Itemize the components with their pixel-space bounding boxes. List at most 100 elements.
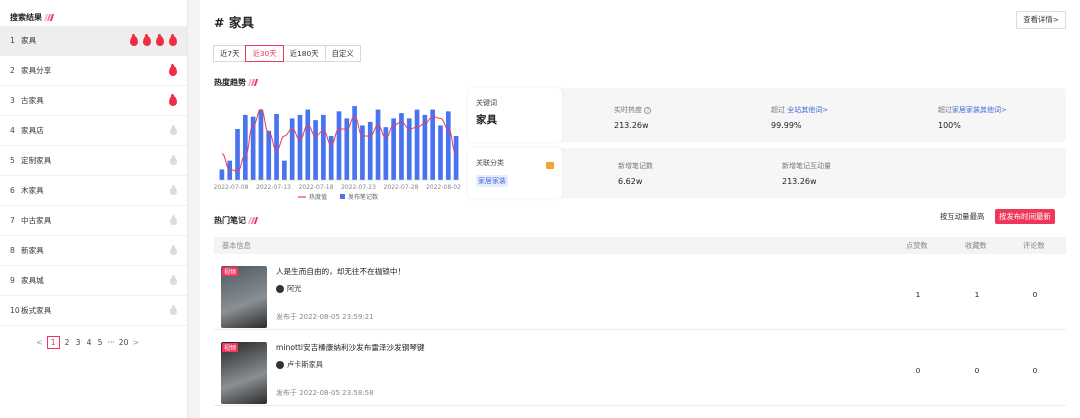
chart-bar	[313, 120, 318, 180]
heat-flames	[170, 124, 177, 135]
sidebar-item[interactable]: 1 家具	[0, 26, 187, 56]
beat-category-link[interactable]: 家居家装其他词>	[952, 106, 1007, 114]
note-author[interactable]: 阿光	[276, 284, 301, 294]
chart-bar	[282, 160, 287, 180]
flame-icon	[130, 33, 138, 46]
video-badge: 视频	[222, 343, 239, 352]
beat-all-link[interactable]: 全站其他词>	[787, 106, 828, 114]
note-thumbnail[interactable]: 视频	[221, 342, 267, 404]
keyword-card: 关键词 家具 实时热度 ? 213.26w 超过 全站其他词> 99.99% 超…	[468, 88, 1066, 142]
sidebar-item[interactable]: 4 家具店	[0, 116, 187, 146]
tab-30-days[interactable]: 近30天	[245, 45, 284, 62]
page-2-button[interactable]: 2	[64, 338, 71, 347]
note-author[interactable]: 卢卡斯家具	[276, 360, 323, 370]
heat-flames	[170, 244, 177, 255]
help-icon[interactable]: ?	[644, 107, 652, 114]
sidebar-item-index: 10	[10, 306, 20, 315]
comments-count: 0	[1032, 290, 1038, 299]
tab-7-days[interactable]: 近7天	[213, 45, 247, 62]
notes-table-header: 基本信息 点赞数 收藏数 评论数	[214, 237, 1066, 254]
col-likes[interactable]: 点赞数	[906, 241, 928, 251]
slashes-icon	[43, 13, 55, 21]
flame-icon	[169, 93, 177, 106]
sidebar-list: 1 家具 2 家具分享 3 古家具 4 家具店 5 定制家具 6 木家具 7 中古家具 8 新家具 9 家具城 10…	[0, 26, 187, 326]
chart-bar	[321, 114, 326, 180]
flame-icon	[169, 63, 177, 76]
page-title: # 家具	[214, 15, 254, 30]
keyword-label: 关键词	[476, 99, 497, 107]
chart-bar	[438, 125, 443, 180]
chart-bar	[266, 130, 272, 180]
sidebar-title-text: 搜索结果	[10, 12, 42, 22]
interactions-label: 新增笔记互动量	[782, 162, 831, 170]
heat-flames	[170, 274, 177, 285]
sidebar-item-label: 家具城	[21, 276, 44, 285]
heat-flames	[170, 304, 177, 315]
beat-all-stat: 超过 全站其他词> 99.99%	[771, 105, 828, 130]
sidebar-item[interactable]: 7 中古家具	[0, 206, 187, 236]
note-title[interactable]: 人是生而自由的，却无往不在枷锁中！	[276, 266, 405, 277]
flame-icon	[170, 304, 177, 315]
col-collects[interactable]: 收藏数	[965, 241, 987, 251]
table-row[interactable]: 视频 人是生而自由的，却无往不在枷锁中！ 阿光 发布于 2022-08-05 23:5…	[214, 258, 1066, 330]
chart-bar	[227, 160, 233, 180]
likes-count: 0	[915, 366, 921, 375]
sidebar-item[interactable]: 10 板式家具	[0, 296, 187, 326]
sort-by-interaction-button[interactable]: 按互动量最高	[940, 211, 984, 222]
hot-notes-title-text: 热门笔记	[214, 216, 246, 225]
new-notes-value: 6.62w	[618, 177, 643, 186]
chart-bar	[250, 116, 256, 180]
chart-bar	[367, 121, 373, 180]
x-tick-label: 2022-08-02	[426, 184, 461, 191]
keyword-value: 家具	[476, 114, 497, 126]
table-row[interactable]: 视频 minotti安吉榛康纳利沙发布雷泽沙发钢琴键 卢卡斯家具 发布于 2022-0…	[214, 334, 1066, 406]
slashes-icon	[247, 217, 259, 224]
note-title[interactable]: minotti安吉榛康纳利沙发布雷泽沙发钢琴键	[276, 342, 425, 353]
tab-180-days[interactable]: 近180天	[282, 45, 326, 62]
sort-by-recent-button[interactable]: 按发布时间最新	[995, 209, 1055, 224]
sidebar-item-label: 家具分享	[21, 66, 52, 75]
category-tag[interactable]: 家居家装	[476, 175, 508, 187]
collects-count: 1	[974, 290, 980, 299]
col-comments[interactable]: 评论数	[1023, 241, 1045, 251]
page-20-button[interactable]: 20	[119, 338, 129, 347]
page-4-button[interactable]: 4	[86, 338, 93, 347]
note-thumbnail[interactable]: 视频	[221, 266, 267, 328]
sidebar-item[interactable]: 3 古家具	[0, 86, 187, 116]
chart-bar	[297, 114, 303, 180]
interactions-stat: 新增笔记互动量 213.26w	[782, 161, 831, 186]
chart-bar	[453, 136, 459, 180]
sidebar-item[interactable]: 5 定制家具	[0, 146, 187, 176]
beat-all-value: 99.99%	[771, 121, 802, 130]
next-page-button[interactable]: >	[132, 338, 139, 347]
flame-icon	[170, 124, 177, 135]
tab-custom[interactable]: 自定义	[324, 45, 361, 62]
x-tick-label: 2022-07-23	[341, 184, 376, 191]
beat-category-stat: 超过家居家装其他词> 100%	[938, 105, 1007, 130]
author-name: 卢卡斯家具	[287, 360, 323, 369]
chart-bar	[422, 114, 428, 180]
page-5-button[interactable]: 5	[97, 338, 104, 347]
page-3-button[interactable]: 3	[75, 338, 82, 347]
chart-bar	[414, 109, 420, 180]
flame-icon	[169, 33, 177, 46]
sidebar-item[interactable]: 2 家具分享	[0, 56, 187, 86]
sidebar-item[interactable]: 9 家具城	[0, 266, 187, 296]
chart-bar	[391, 118, 396, 180]
x-tick-label: 2022-07-08	[214, 184, 249, 191]
category-box: 关联分类 家居家装	[468, 148, 562, 198]
view-details-button[interactable]: 查看详情>	[1016, 11, 1066, 29]
interactions-value: 213.26w	[782, 177, 817, 186]
sidebar-item[interactable]: 8 新家具	[0, 236, 187, 266]
sidebar-item[interactable]: 6 木家具	[0, 176, 187, 206]
sidebar-item-label: 家具	[21, 36, 37, 45]
sidebar-item-label: 中古家具	[21, 216, 52, 225]
sidebar-item-index: 5	[10, 156, 15, 165]
prev-page-button[interactable]: <	[36, 338, 43, 347]
heat-trend-chart: 2022-07-08 2022-07-13 2022-07-18 2022-07-23…	[214, 106, 461, 201]
heat-flames	[170, 184, 177, 195]
chart-bar	[258, 109, 264, 180]
heat-flames	[169, 63, 177, 76]
sidebar-item-index: 3	[10, 96, 15, 105]
page-1-button[interactable]: 1	[46, 336, 60, 349]
